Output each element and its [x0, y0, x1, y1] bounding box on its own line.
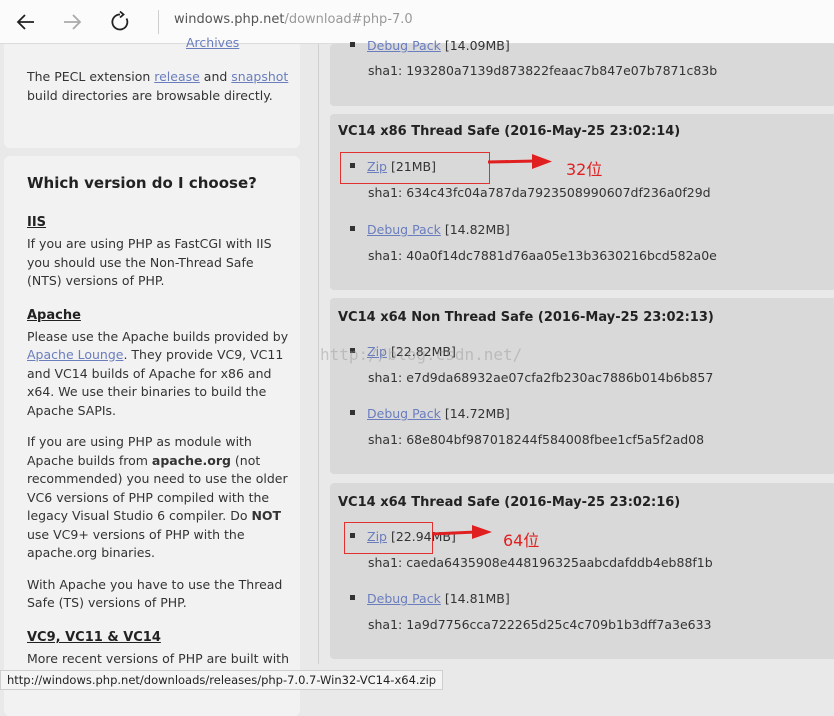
apache-line-1: Please use the Apache builds provided by — [27, 329, 289, 344]
debug-row: Debug Pack [14.72MB] — [350, 406, 510, 421]
module-line-7: apache.org binaries. — [27, 545, 155, 560]
status-bar-url: http://windows.php.net/downloads/release… — [0, 670, 444, 690]
panel-title: VC14 x64 Non Thread Safe (2016-May-25 23… — [338, 310, 714, 325]
bullet — [350, 595, 355, 600]
pecl-line-2: build directories are browsable directly… — [27, 88, 273, 103]
zip-sha: sha1: 634c43fc04a787da7923508990607df236… — [368, 185, 711, 200]
watermark: http://blog.csdn.net/ — [320, 345, 523, 364]
debug-row: Debug Pack [14.09MB] — [350, 38, 510, 53]
download-panel-previous: Debug Pack [14.09MB] sha1: 193280a7139d8… — [330, 38, 834, 106]
annotation-label-32: 32位 — [566, 160, 603, 179]
back-arrow-icon — [16, 14, 34, 30]
pecl-line-1: The PECL extension release and snapshot — [27, 69, 289, 84]
iis-line-1: If you are using PHP as FastCGI with IIS — [27, 236, 272, 251]
debug-sha: sha1: 193280a7139d873822feaac7b847e07b78… — [368, 63, 718, 78]
debug-pack-link[interactable]: Debug Pack — [367, 222, 441, 237]
bullet — [350, 410, 355, 415]
bullet — [350, 226, 355, 231]
pecl-release-link[interactable]: release — [154, 69, 200, 84]
apache-line-2: Apache Lounge. They provide VC9, VC11 — [27, 347, 284, 362]
apache-line-4: x64. We use their binaries to build the — [27, 384, 267, 399]
choose-title: Which version do I choose? — [27, 174, 257, 192]
address-separator — [158, 10, 159, 34]
module-line-4: VC6 versions of PHP compiled with the — [27, 490, 270, 505]
column-divider — [318, 44, 319, 664]
debug-row: Debug Pack [14.81MB] — [350, 591, 510, 606]
module-line-2: Apache builds from apache.org (not — [27, 453, 261, 468]
annotation-box-32 — [340, 152, 490, 184]
download-panel-x64-ts: VC14 x64 Thread Safe (2016-May-25 23:02:… — [330, 483, 834, 659]
download-panel-x86-ts: VC14 x86 Thread Safe (2016-May-25 23:02:… — [330, 114, 834, 290]
annotation-arrow-64-icon — [432, 525, 492, 539]
zip-sha: sha1: caeda6435908e448196325aabcdafddb4e… — [368, 555, 713, 570]
iis-line-2: you should use the Non-Thread Safe — [27, 255, 254, 270]
address-path: /download#php-7.0 — [284, 12, 413, 27]
module-line-1: If you are using PHP as module with — [27, 434, 252, 449]
choose-version-card: Which version do I choose? IIS If you ar… — [4, 156, 300, 716]
archives-link[interactable]: Archives — [186, 35, 239, 50]
vc-line-1: More recent versions of PHP are built wi… — [27, 651, 289, 666]
ts-line-2: Safe (TS) versions of PHP. — [27, 595, 187, 610]
module-line-3: recommended) you need to use the older — [27, 471, 288, 486]
refresh-button[interactable] — [106, 8, 134, 36]
pecl-card: Archives The PECL extension release and … — [4, 35, 300, 148]
annotation-label-64: 64位 — [503, 531, 540, 550]
back-button[interactable] — [12, 8, 40, 36]
annotation-box-64 — [344, 522, 433, 554]
apache-line-3: and VC14 builds of Apache for x86 and — [27, 366, 272, 381]
address-host: windows.php.net — [174, 12, 285, 27]
pecl-snapshot-link[interactable]: snapshot — [231, 69, 288, 84]
forward-button[interactable] — [58, 8, 86, 36]
debug-pack-link[interactable]: Debug Pack — [367, 38, 441, 53]
debug-pack-link[interactable]: Debug Pack — [367, 406, 441, 421]
vc-heading: VC9, VC11 & VC14 — [27, 630, 161, 645]
forward-arrow-icon — [64, 14, 82, 30]
debug-pack-link[interactable]: Debug Pack — [367, 591, 441, 606]
debug-sha: sha1: 40a0f14dc7881d76aa05e13b3630216bcd… — [368, 248, 717, 263]
apache-heading: Apache — [27, 308, 81, 323]
bullet — [350, 42, 355, 47]
debug-sha: sha1: 1a9d7756cca722265d25c4c709b1b3dff7… — [368, 617, 712, 632]
annotation-arrow-32-icon — [488, 154, 552, 169]
debug-sha: sha1: 68e804bf987018244f584008fbee1cf5a5… — [368, 432, 705, 447]
panel-title: VC14 x64 Thread Safe (2016-May-25 23:02:… — [338, 495, 681, 510]
panel-title: VC14 x86 Thread Safe (2016-May-25 23:02:… — [338, 124, 681, 139]
module-line-5: legacy Visual Studio 6 compiler. Do NOT — [27, 508, 282, 523]
zip-sha: sha1: e7d9da68932ae07cfa2fb230ac7886b014… — [368, 370, 714, 385]
download-panel-x64-nts: VC14 x64 Non Thread Safe (2016-May-25 23… — [330, 298, 834, 474]
apache-line-5: Apache SAPIs. — [27, 403, 117, 418]
iis-line-3: (NTS) versions of PHP. — [27, 273, 165, 288]
debug-row: Debug Pack [14.82MB] — [350, 222, 510, 237]
iis-heading: IIS — [27, 215, 47, 230]
address-bar[interactable]: windows.php.net/download#php-7.0 — [174, 12, 413, 27]
module-line-6: use VC9+ versions of PHP with the — [27, 527, 245, 542]
ts-line-1: With Apache you have to use the Thread — [27, 577, 283, 592]
refresh-icon — [111, 10, 129, 31]
apache-lounge-link[interactable]: Apache Lounge — [27, 347, 123, 362]
sidebar: Archives The PECL extension release and … — [0, 35, 308, 716]
